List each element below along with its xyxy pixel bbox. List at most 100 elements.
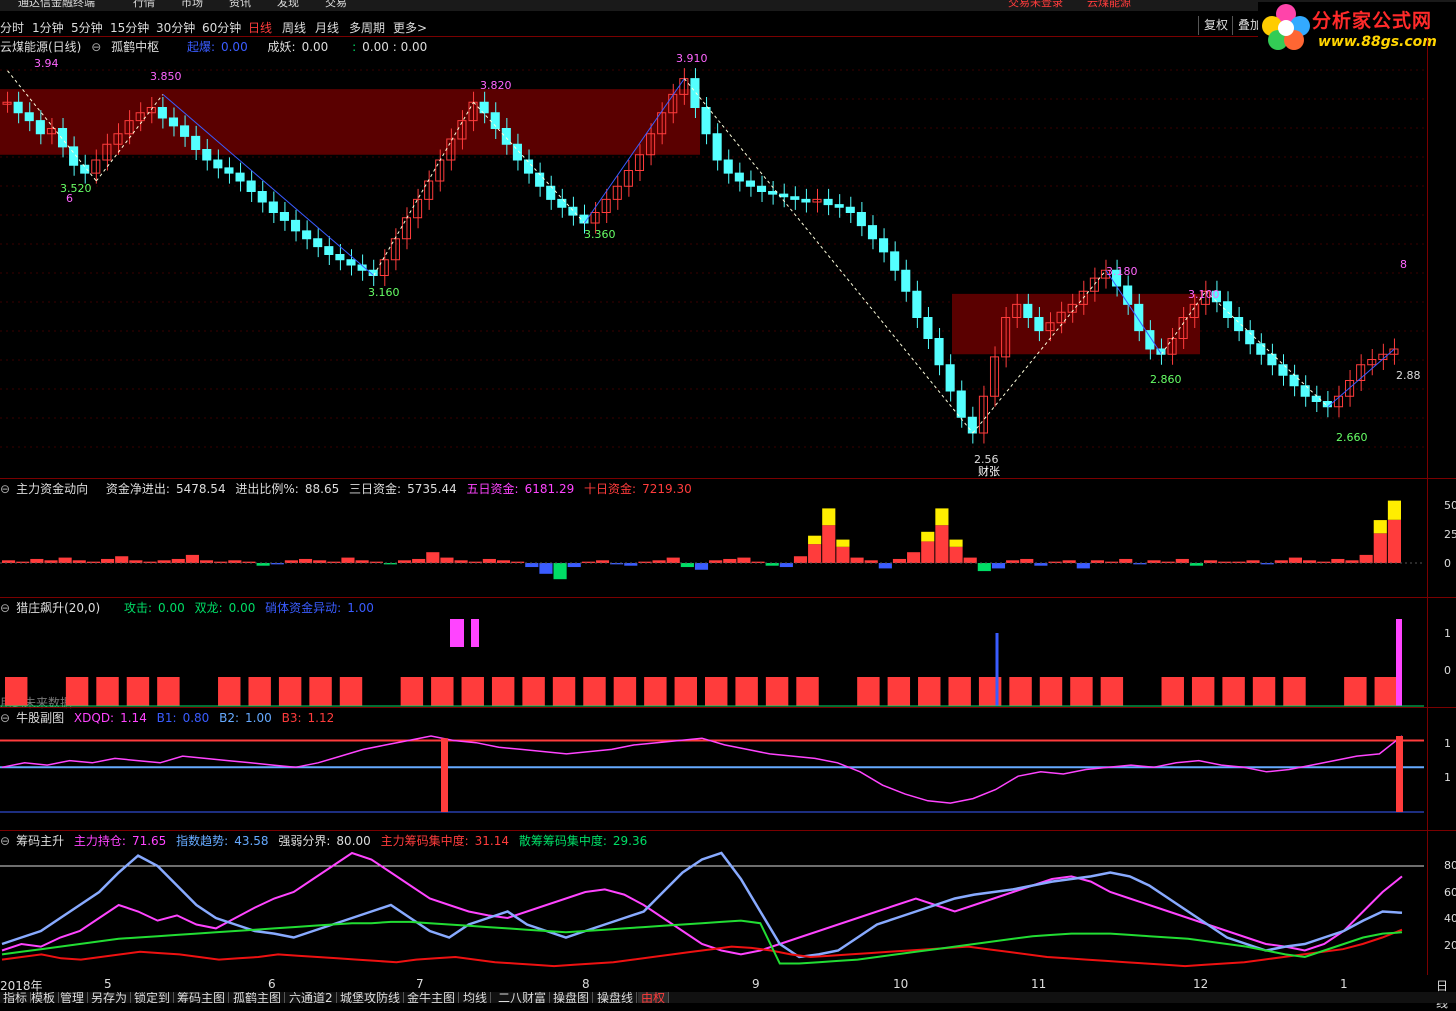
flow-bar xyxy=(525,563,539,568)
flow-bar xyxy=(553,563,567,580)
candle-body xyxy=(523,159,534,174)
flow-bar xyxy=(836,546,850,563)
flow-bar xyxy=(1387,519,1401,563)
date-may: 5 xyxy=(104,977,112,991)
candle-body xyxy=(956,390,966,418)
candle-body xyxy=(335,254,345,261)
indicator-tabs: 指标 模板 管理 另存为 锁定到 筹码主图 孤鹤主图 六通道2 城堡攻防线 金牛… xyxy=(0,992,1456,1003)
candle-body xyxy=(690,78,700,108)
tab-guhe-main[interactable]: 孤鹤主图 xyxy=(230,992,286,1003)
tab-manage[interactable]: 管理 xyxy=(57,992,89,1003)
tab-erba[interactable]: 二八财富 xyxy=(495,992,551,1003)
signal-bar xyxy=(522,677,545,706)
flow-bar xyxy=(72,560,86,563)
flow-bar xyxy=(171,558,185,563)
date-jul: 7 xyxy=(416,977,424,991)
tab-youquan[interactable]: 由权 xyxy=(638,992,670,1003)
candle-body xyxy=(879,238,889,253)
flow-bar xyxy=(1373,533,1387,563)
candle-body xyxy=(823,198,833,206)
flow-bar-top xyxy=(935,508,949,526)
flow-bar-top xyxy=(808,535,822,545)
signal-bar xyxy=(644,677,667,706)
tab-template[interactable]: 模板 xyxy=(28,992,60,1003)
signal-bar xyxy=(157,677,180,706)
candle-body xyxy=(623,170,633,187)
flow-bar xyxy=(892,558,907,563)
pivot-zone xyxy=(952,293,1200,355)
signal-bar xyxy=(674,677,697,706)
pivot-zone xyxy=(0,89,700,155)
candle-body xyxy=(734,172,744,182)
signal-pink-bar xyxy=(450,619,464,647)
flow-bar xyxy=(341,557,355,563)
flow-bar xyxy=(878,563,892,569)
candle-body xyxy=(723,159,733,174)
signal-bar xyxy=(278,677,302,706)
tab-caopan-chart[interactable]: 操盘图 xyxy=(550,992,594,1003)
candle-body xyxy=(235,172,245,182)
flow-bar xyxy=(496,560,511,563)
tab-castle-line[interactable]: 城堡攻防线 xyxy=(337,992,405,1003)
candle-body xyxy=(1289,374,1299,387)
flow-bar xyxy=(737,557,751,563)
candle-body xyxy=(945,364,955,392)
tab-caopan-line[interactable]: 操盘线 xyxy=(594,992,638,1003)
flow-bar xyxy=(16,561,30,563)
signal-bar xyxy=(400,677,424,706)
candle-body xyxy=(313,238,323,248)
signal-bar xyxy=(1161,677,1184,706)
xdqd-line xyxy=(1,735,1403,804)
candle-body xyxy=(479,101,489,114)
signal-bar xyxy=(5,677,28,706)
date-jan: 1 xyxy=(1340,977,1348,991)
signal-bar xyxy=(918,677,941,706)
tab-channel6[interactable]: 六通道2 xyxy=(286,992,337,1003)
flow-bar xyxy=(652,560,666,563)
candle-body xyxy=(901,269,911,292)
count-mark: 8 xyxy=(1400,258,1407,271)
date-nov: 11 xyxy=(1031,977,1047,991)
event-mark: 财张 xyxy=(978,464,1000,478)
flow-bar xyxy=(581,561,595,563)
flow-bar xyxy=(539,563,553,574)
flow-bar xyxy=(30,558,44,563)
candle-body xyxy=(13,101,23,114)
signal-bar xyxy=(583,677,606,706)
tab-chouma-main[interactable]: 筹码主图 xyxy=(174,992,230,1003)
tab-save-as[interactable]: 另存为 xyxy=(88,992,132,1003)
flow-bar xyxy=(723,558,737,563)
b3-signal-bar xyxy=(441,738,448,812)
signal-bar xyxy=(218,677,241,706)
flow-bar xyxy=(907,552,921,563)
price-label: 2.88 xyxy=(1396,369,1421,382)
flow-bar-top xyxy=(1373,520,1387,534)
candle-body xyxy=(1267,353,1277,366)
flow-bar xyxy=(1090,560,1105,563)
flow-bar xyxy=(666,557,680,563)
price-label: 2.860 xyxy=(1150,373,1182,386)
candle-body xyxy=(501,128,511,145)
b3-signal-bar xyxy=(1396,736,1403,812)
tab-jinniu-main[interactable]: 金牛主图 xyxy=(404,992,460,1003)
signal-bar xyxy=(765,677,789,706)
flow-bar xyxy=(567,563,581,568)
candle-body xyxy=(535,172,545,187)
tab-lock-to[interactable]: 锁定到 xyxy=(131,992,175,1003)
date-dec: 12 xyxy=(1193,977,1209,991)
flow-bar xyxy=(157,560,171,563)
tab-indicator[interactable]: 指标 xyxy=(0,992,32,1003)
chart-canvas: 3.94 3.850 3.820 3.910 3.520 3.360 3.160 3.180 3… xyxy=(0,52,1424,968)
flow-bar xyxy=(680,563,694,568)
flow-bar-top xyxy=(921,531,935,542)
candle-body xyxy=(834,204,844,208)
signal-bar xyxy=(339,677,363,706)
candle-body xyxy=(191,135,201,150)
candle-body xyxy=(790,196,800,200)
series-4-line xyxy=(1,928,1403,968)
flow-bar xyxy=(412,558,426,563)
flow-bar xyxy=(185,554,199,563)
candle-body xyxy=(24,112,34,122)
candle-body xyxy=(57,128,68,148)
tab-ma[interactable]: 均线 xyxy=(460,992,492,1003)
